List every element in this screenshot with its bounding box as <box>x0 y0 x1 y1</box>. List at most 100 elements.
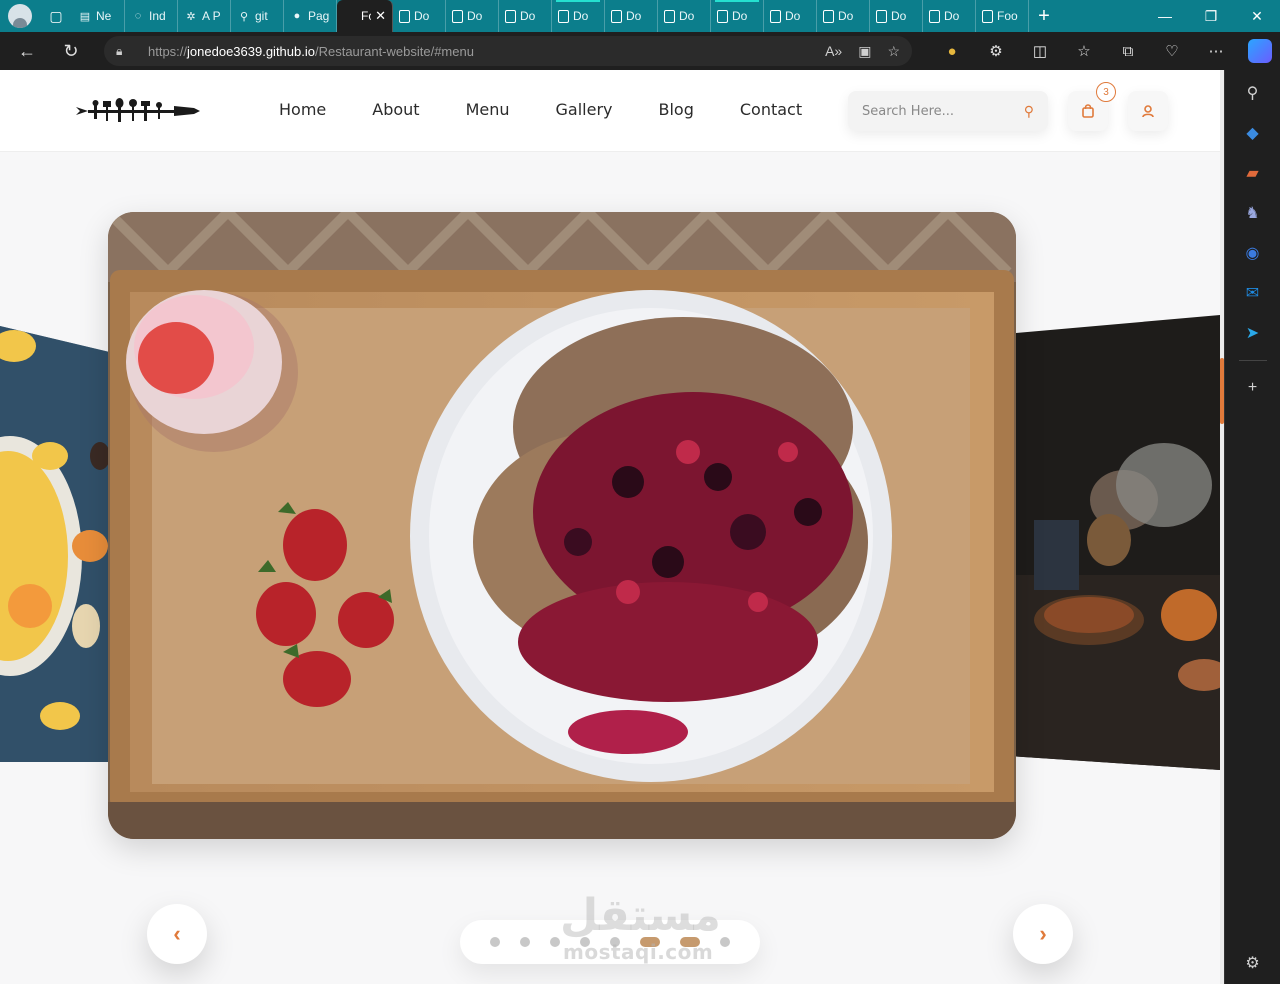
sidebar-settings-icon[interactable]: ⚙ <box>1240 950 1266 976</box>
carousel-dot[interactable] <box>580 937 590 947</box>
sidebar-search-icon[interactable]: ⚲ <box>1240 80 1266 106</box>
carousel-dot[interactable] <box>520 937 530 947</box>
browser-tab[interactable]: Do <box>499 0 552 32</box>
browser-tab[interactable]: Do <box>817 0 870 32</box>
url-protocol: https:// <box>148 43 188 59</box>
carousel-dot[interactable] <box>610 937 620 947</box>
document-icon <box>611 9 622 23</box>
sidebar-outlook-icon[interactable]: ✉ <box>1240 280 1266 306</box>
split-screen-icon[interactable]: ◫ <box>1018 36 1062 66</box>
document-icon <box>717 9 728 23</box>
refresh-button[interactable]: ↻ <box>54 36 88 66</box>
tab-title: Do <box>944 9 960 23</box>
nav-link-gallery[interactable]: Gallery <box>556 100 613 119</box>
document-icon <box>823 9 834 23</box>
restaurant-logo[interactable] <box>74 97 202 125</box>
carousel-dot[interactable] <box>720 937 730 947</box>
sidebar-divider <box>1238 360 1267 361</box>
browser-tab[interactable]: Foo <box>976 0 1029 32</box>
browser-tab[interactable]: ✲ A P <box>178 0 231 32</box>
carousel-slide-next[interactable] <box>1014 315 1220 770</box>
browser-tab[interactable]: Do <box>711 0 764 32</box>
address-bar[interactable]: 🔒︎ https://jonedoe3639.github.io/Restaur… <box>104 36 912 66</box>
tab-actions-menu-icon[interactable]: ▢ <box>40 4 72 28</box>
carousel-dot[interactable] <box>680 937 700 947</box>
browser-tab[interactable]: Do <box>923 0 976 32</box>
carousel-dot[interactable] <box>490 937 500 947</box>
tab-title: Ne <box>96 9 112 23</box>
carousel-dot[interactable] <box>640 937 660 947</box>
nav-link-about[interactable]: About <box>372 100 419 119</box>
extensions-icon[interactable]: ⚙ <box>974 36 1018 66</box>
carousel-prev-button[interactable]: ‹ <box>147 904 207 964</box>
browser-tab[interactable]: Foo ✕ <box>337 0 393 32</box>
carousel-slide-previous[interactable] <box>0 326 110 762</box>
back-button[interactable]: ← <box>10 36 44 66</box>
mail-icon: ▤ <box>79 10 91 23</box>
search-icon[interactable]: ⚲ <box>1024 103 1034 120</box>
sidebar-office-icon[interactable]: ◉ <box>1240 240 1266 266</box>
account-button[interactable] <box>1128 91 1168 131</box>
carousel-pagination <box>460 920 760 964</box>
nav-link-blog[interactable]: Blog <box>658 100 693 119</box>
sidebar-games-icon[interactable]: ♞ <box>1240 200 1266 226</box>
carousel-next-button[interactable]: › <box>1013 904 1073 964</box>
favorite-star-icon[interactable]: ☆ <box>887 43 900 60</box>
nav-link-menu[interactable]: Menu <box>466 100 510 119</box>
cart-button[interactable]: 3 <box>1068 82 1116 131</box>
cart-count-badge: 3 <box>1096 82 1116 102</box>
page-icon <box>343 9 357 23</box>
close-tab-icon[interactable]: ✕ <box>375 8 386 24</box>
site-header: Home About Menu Gallery Blog Contact ⚲ 3 <box>0 70 1220 152</box>
pancakes-tray-image <box>108 212 1016 839</box>
tab-title: A P <box>202 9 221 23</box>
carousel-slide-active[interactable] <box>108 212 1016 839</box>
nav-link-home[interactable]: Home <box>279 100 326 119</box>
tab-title: Foo <box>997 9 1018 23</box>
immersive-reader-icon[interactable]: ▣ <box>858 43 871 60</box>
browser-tab[interactable]: Do <box>393 0 446 32</box>
more-menu-icon[interactable]: ⋯ <box>1194 36 1238 66</box>
tab-title: Do <box>785 9 801 23</box>
browser-tab[interactable]: Do <box>870 0 923 32</box>
carousel-dot[interactable] <box>550 937 560 947</box>
main-nav: Home About Menu Gallery Blog Contact <box>279 100 848 119</box>
sidebar-shopping-icon[interactable]: ◆ <box>1240 120 1266 146</box>
restore-icon[interactable]: ❐ <box>1188 0 1234 32</box>
sidebar-tools-icon[interactable]: ▰ <box>1240 160 1266 186</box>
collections-icon[interactable]: ⧉ <box>1106 36 1150 66</box>
browser-tab[interactable]: ⚲ git <box>231 0 284 32</box>
sidebar-add-icon[interactable]: + <box>1240 375 1266 401</box>
browser-tab[interactable]: Do <box>446 0 499 32</box>
minimize-icon[interactable]: — <box>1142 0 1188 32</box>
new-tab-button[interactable]: + <box>1029 1 1059 31</box>
chevron-right-icon: › <box>1039 921 1047 946</box>
copilot-icon[interactable] <box>1248 39 1272 63</box>
browser-tab[interactable]: ● Pag <box>284 0 337 32</box>
sidebar-telegram-icon[interactable]: ➤ <box>1240 320 1266 346</box>
browser-tab[interactable]: ▤ Ne <box>72 0 125 32</box>
document-icon <box>876 9 887 23</box>
favorites-icon[interactable]: ☆ <box>1062 36 1106 66</box>
document-icon <box>664 9 675 23</box>
browser-tab[interactable]: ◌ Ind <box>125 0 178 32</box>
browser-tab[interactable]: Do <box>658 0 711 32</box>
dark-table-image <box>1014 315 1220 770</box>
browser-tab[interactable]: Do <box>764 0 817 32</box>
extension-color-icon[interactable]: ● <box>930 36 974 66</box>
close-window-icon[interactable]: ✕ <box>1234 0 1280 32</box>
nav-link-contact[interactable]: Contact <box>740 100 802 119</box>
profile-avatar[interactable] <box>8 4 32 28</box>
url-host: jonedoe3639.github.io <box>187 43 315 59</box>
document-icon <box>929 9 940 23</box>
tab-title: Do <box>732 9 748 23</box>
search-box[interactable]: ⚲ <box>848 91 1048 131</box>
url-path: /Restaurant-website/#menu <box>314 43 474 59</box>
read-aloud-icon[interactable]: A» <box>825 43 842 60</box>
document-icon <box>982 9 993 23</box>
browser-tab[interactable]: Do <box>605 0 658 32</box>
search-input[interactable] <box>862 103 1012 119</box>
browser-tab[interactable]: Do <box>552 0 605 32</box>
user-icon <box>1142 105 1154 118</box>
browser-essentials-icon[interactable]: ♡ <box>1150 36 1194 66</box>
